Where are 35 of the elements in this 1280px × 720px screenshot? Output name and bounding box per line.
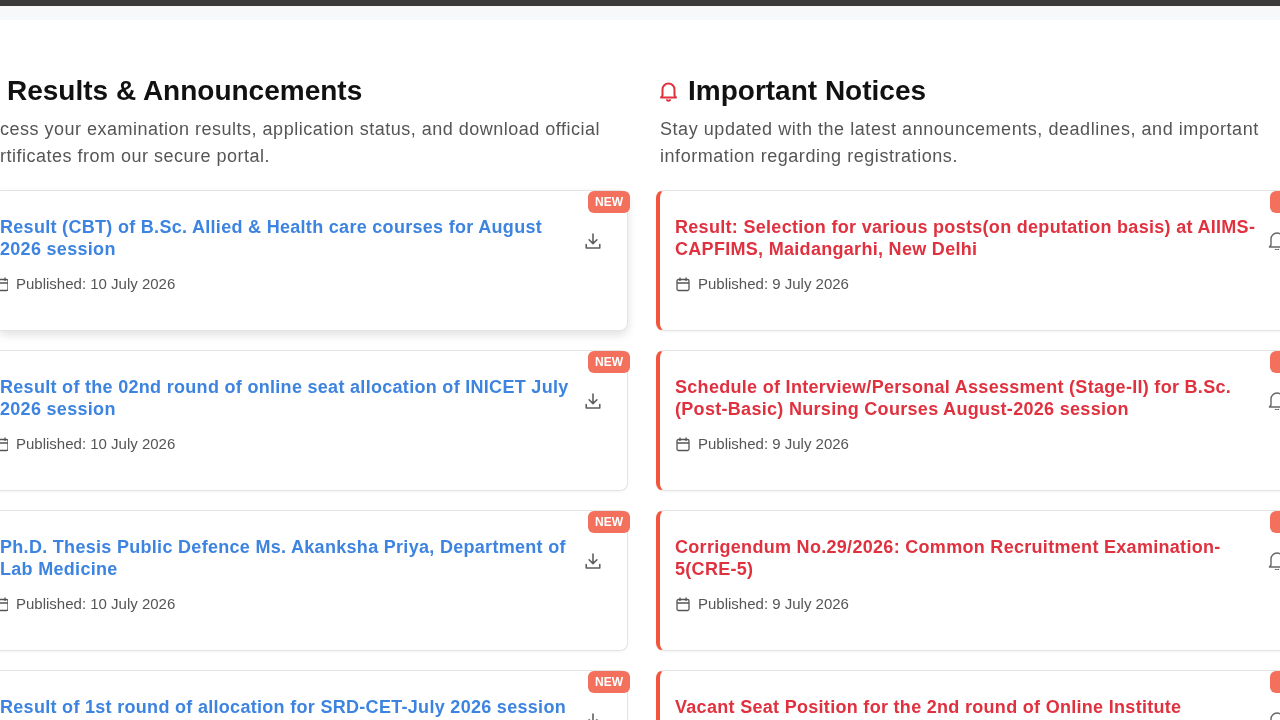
bell-icon[interactable] bbox=[1268, 551, 1280, 570]
calendar-icon bbox=[675, 596, 691, 612]
published-date: Published: 10 July 2026 bbox=[16, 594, 176, 614]
calendar-icon bbox=[0, 596, 8, 612]
published-date: Published: 9 July 2026 bbox=[698, 274, 849, 294]
calendar-icon bbox=[675, 436, 691, 452]
download-icon[interactable] bbox=[585, 233, 601, 249]
calendar-icon bbox=[0, 436, 8, 452]
new-badge: NEW bbox=[588, 671, 630, 693]
notice-title-link[interactable]: Corrigendum No.29/2026: Common Recruitment Examination-5(CRE-5) bbox=[675, 536, 1260, 580]
section-description: Stay updated with the latest announcements, deadlines, and important information regarding registrations. bbox=[659, 118, 1260, 168]
published-date: Published: 10 July 2026 bbox=[16, 274, 176, 294]
notice-title-link[interactable]: Schedule of Interview/Personal Assessment (Stage-II) for B.Sc. (Post-Basic) Nursing Courses August-2026 session bbox=[675, 376, 1260, 420]
download-icon[interactable] bbox=[585, 393, 601, 409]
published-date: Published: 9 July 2026 bbox=[698, 594, 849, 614]
result-title-link[interactable]: Result of 1st round of allocation for SRD-CET-July 2026 session bbox=[0, 696, 585, 718]
result-title-link[interactable]: Ph.D. Thesis Public Defence Ms. Akanksha Priya, Department of Lab Medicine bbox=[0, 536, 585, 580]
section-heading: Results & Announcements bbox=[7, 74, 363, 108]
published-date: Published: 10 July 2026 bbox=[16, 434, 176, 454]
bell-icon[interactable] bbox=[1268, 231, 1280, 250]
new-badge: NEW bbox=[588, 351, 630, 373]
calendar-icon bbox=[0, 276, 8, 292]
published-date: Published: 9 July 2026 bbox=[698, 434, 849, 454]
section-description: cess your examination results, application status, and download official rtificates from our secure portal. bbox=[0, 118, 600, 168]
notice-title-link[interactable]: Result: Selection for various posts(on deputation basis) at AIIMS-CAPFIMS, Maidangarhi, New Delhi bbox=[675, 216, 1260, 260]
new-badge: NEW bbox=[588, 191, 630, 213]
result-title-link[interactable]: Result (CBT) of B.Sc. Allied & Health care courses for August 2026 session bbox=[0, 216, 585, 260]
bell-icon bbox=[660, 80, 677, 102]
section-heading: Important Notices bbox=[688, 74, 927, 108]
result-title-link[interactable]: Result of the 02nd round of online seat allocation of INICET July 2026 session bbox=[0, 376, 585, 420]
calendar-icon bbox=[675, 276, 691, 292]
bell-icon[interactable] bbox=[1268, 391, 1280, 410]
notice-title-link[interactable]: Vacant Seat Position for the 2nd round of Online Institute bbox=[675, 696, 1260, 718]
download-icon[interactable] bbox=[585, 553, 601, 569]
new-badge: NEW bbox=[588, 511, 630, 533]
